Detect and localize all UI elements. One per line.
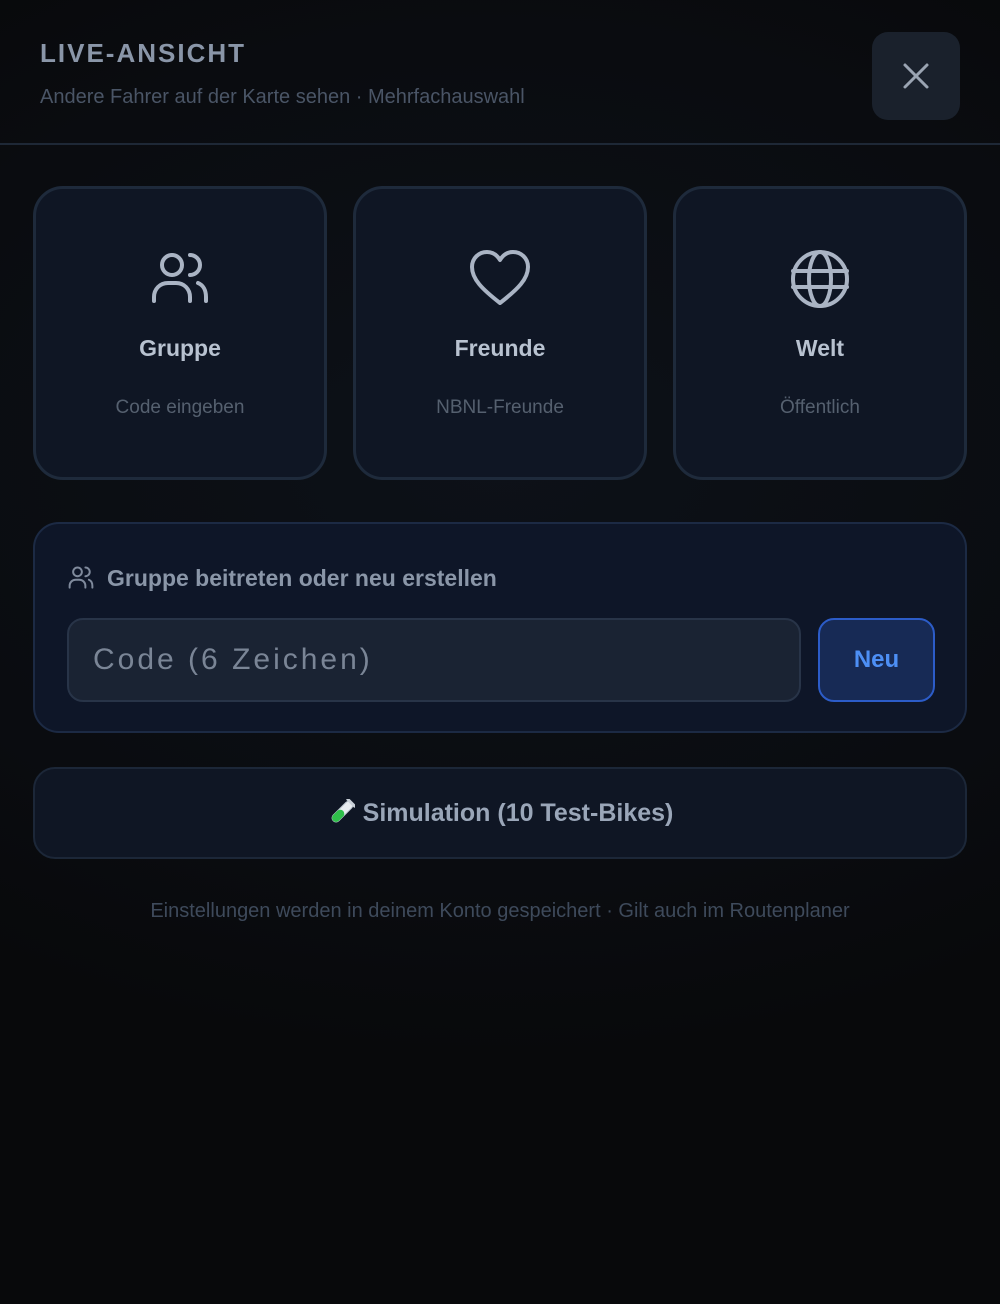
test-tube-icon <box>331 799 355 823</box>
option-label: Welt <box>795 335 845 361</box>
users-icon <box>68 566 94 589</box>
group-panel-heading: Gruppe beitreten oder neu erstellen <box>67 564 497 592</box>
option-label: Freunde <box>454 335 546 361</box>
page-title: LIVE-ANSICHT <box>40 38 246 68</box>
option-sublabel: Code eingeben <box>115 397 245 418</box>
group-join-panel: Gruppe beitreten oder neu erstellen Neu <box>33 522 967 733</box>
sheet-header: LIVE-ANSICHT Andere Fahrer auf der Karte… <box>0 0 1000 145</box>
globe-icon <box>791 250 849 308</box>
live-view-sheet: LIVE-ANSICHT Andere Fahrer auf der Karte… <box>0 0 1000 1304</box>
simulation-label: Simulation (10 Test-Bikes) <box>362 798 674 827</box>
close-button[interactable] <box>872 32 960 120</box>
option-sublabel: NBNL-Freunde <box>436 397 564 418</box>
group-panel-title: Gruppe beitreten oder neu erstellen <box>107 564 497 591</box>
option-card-welt[interactable]: Welt Öffentlich <box>673 186 967 480</box>
group-code-input[interactable] <box>67 618 801 702</box>
option-sublabel: Öffentlich <box>780 397 860 418</box>
users-icon <box>152 253 208 303</box>
option-label: Gruppe <box>139 335 221 361</box>
settings-note: Einstellungen werden in deinem Konto ges… <box>150 900 850 922</box>
page-subtitle: Andere Fahrer auf der Karte sehen · Mehr… <box>40 86 525 108</box>
option-card-freunde[interactable]: Freunde NBNL-Freunde <box>353 186 647 480</box>
heart-icon <box>470 250 530 305</box>
simulation-button[interactable]: Simulation (10 Test-Bikes) <box>33 767 967 859</box>
close-icon <box>903 63 929 89</box>
option-card-gruppe[interactable]: Gruppe Code eingeben <box>33 186 327 480</box>
new-group-button[interactable]: Neu <box>818 618 935 702</box>
